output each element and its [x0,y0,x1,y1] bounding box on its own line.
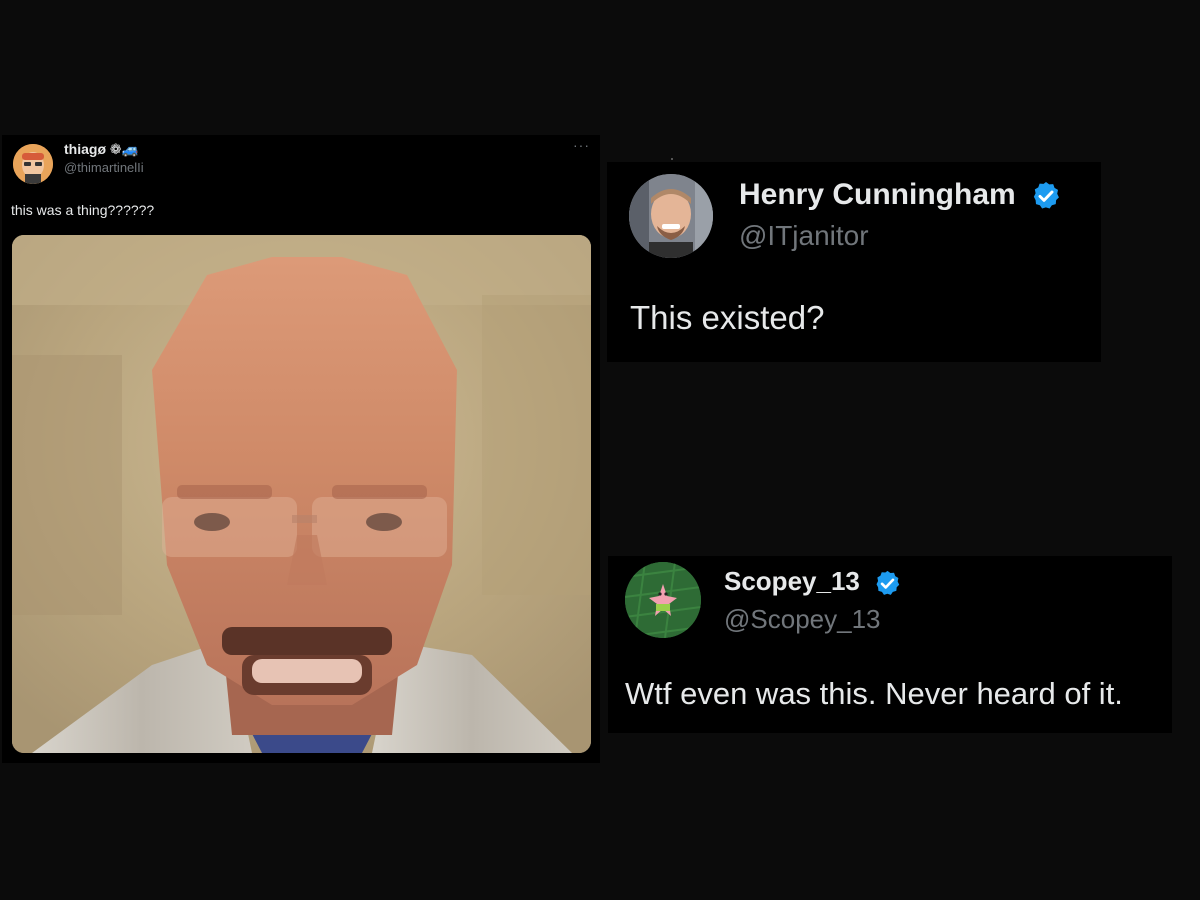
reply-avatar[interactable] [629,174,713,258]
main-tweet-display-name[interactable]: thiagø ❁🚙 [64,140,139,158]
more-options-icon[interactable]: ··· [573,137,590,153]
verified-badge-icon [1033,182,1059,209]
screenshot-canvas: thiagø ❁🚙 @thimartinelIi ··· this was a … [0,0,1200,900]
main-tweet-avatar[interactable] [13,144,53,184]
reply-display-name-text[interactable]: Scopey_13 [724,566,860,596]
main-tweet-text: this was a thing?????? [11,202,155,218]
verified-badge-icon [876,570,900,595]
reply-card-henry[interactable]: Henry Cunningham @ITjanitor This existed… [607,162,1101,362]
main-tweet-handle[interactable]: @thimartinelIi [64,160,144,176]
low-poly-face-image-icon [12,235,591,753]
reply-handle[interactable]: @ITjanitor [739,218,869,254]
reply-avatar[interactable] [625,562,701,638]
reply-handle[interactable]: @Scopey_13 [724,602,881,636]
reply-card-scopey[interactable]: Scopey_13 @Scopey_13 Wtf even was this. … [608,556,1172,733]
divider-dot [671,158,673,160]
main-tweet-media-image[interactable] [12,235,591,753]
reply-display-name[interactable]: Henry Cunningham [739,176,1062,214]
smiling-man-photo-avatar-icon [629,174,713,258]
reply-text: Wtf even was this. Never heard of it. [625,676,1123,711]
reply-display-name-text[interactable]: Henry Cunningham [739,178,1016,211]
reply-text: This existed? [630,299,825,336]
main-tweet-card[interactable]: thiagø ❁🚙 @thimartinelIi ··· this was a … [2,135,600,763]
reply-display-name[interactable]: Scopey_13 [724,564,902,598]
cartoon-starfish-on-grass-avatar-icon [625,562,701,638]
person-avatar-icon [13,144,53,184]
